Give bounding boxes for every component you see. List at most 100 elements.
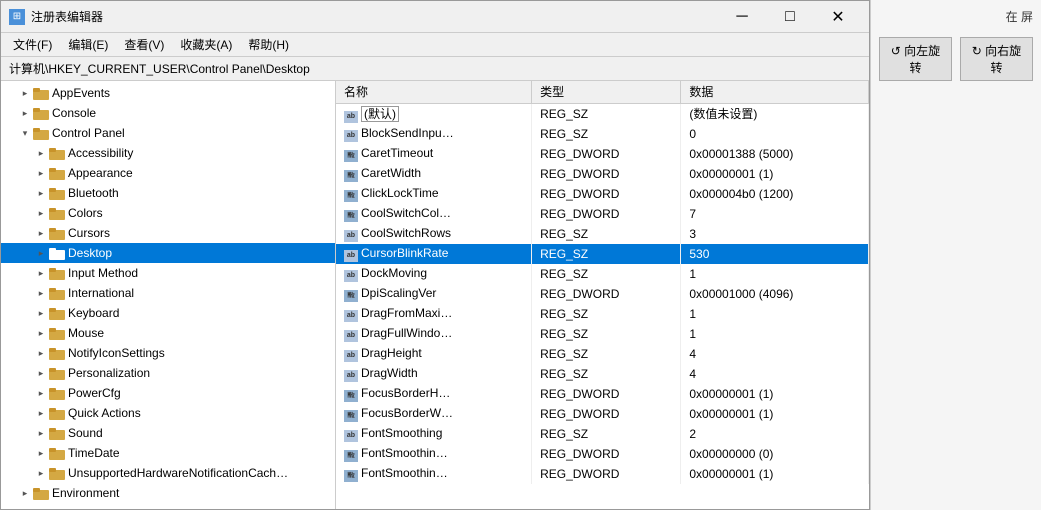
cell-data: 0 — [681, 124, 869, 144]
cell-type: REG_SZ — [532, 324, 681, 344]
tree-item-console[interactable]: ▸ Console — [1, 103, 335, 123]
tree-item-desktop[interactable]: ▸ Desktop — [1, 243, 335, 263]
expand-icon: ▸ — [17, 485, 33, 501]
cell-data: (数值未设置) — [681, 103, 869, 124]
tree-item-label: Bluetooth — [68, 186, 119, 200]
tree-item-environment[interactable]: ▸ Environment — [1, 483, 335, 503]
table-row[interactable]: ab(默认)REG_SZ(数值未设置) — [336, 103, 869, 124]
minimize-button[interactable]: ─ — [719, 2, 765, 32]
cell-type: REG_SZ — [532, 103, 681, 124]
table-row[interactable]: ㎒CoolSwitchCol…REG_DWORD7 — [336, 204, 869, 224]
maximize-button[interactable]: □ — [767, 2, 813, 32]
cell-data: 0x00000001 (1) — [681, 164, 869, 184]
table-row[interactable]: ㎒FontSmoothin…REG_DWORD0x00000000 (0) — [336, 444, 869, 464]
table-row[interactable]: abDragFromMaxi…REG_SZ1 — [336, 304, 869, 324]
cell-type: REG_DWORD — [532, 384, 681, 404]
cell-data: 0x00000001 (1) — [681, 404, 869, 424]
tree-item-bluetooth[interactable]: ▸ Bluetooth — [1, 183, 335, 203]
tree-item-sound[interactable]: ▸ Sound — [1, 423, 335, 443]
cell-data: 0x00001388 (5000) — [681, 144, 869, 164]
table-row[interactable]: ㎒ClickLockTimeREG_DWORD0x000004b0 (1200) — [336, 184, 869, 204]
tree-item-input-method[interactable]: ▸ Input Method — [1, 263, 335, 283]
menu-bar: 文件(F) 编辑(E) 查看(V) 收藏夹(A) 帮助(H) — [1, 33, 869, 57]
tree-item-label: PowerCfg — [68, 386, 121, 400]
folder-icon — [49, 246, 65, 260]
cell-type: REG_SZ — [532, 224, 681, 244]
folder-icon — [49, 286, 65, 300]
dword-icon: ㎒ — [344, 170, 358, 182]
tree-item-timedate[interactable]: ▸ TimeDate — [1, 443, 335, 463]
tree-item-mouse[interactable]: ▸ Mouse — [1, 323, 335, 343]
cell-type: REG_SZ — [532, 364, 681, 384]
menu-favorites[interactable]: 收藏夹(A) — [172, 34, 240, 55]
tree-item-colors[interactable]: ▸ Colors — [1, 203, 335, 223]
cell-data: 530 — [681, 244, 869, 264]
cell-name: abDragWidth — [336, 364, 532, 384]
table-row[interactable]: abCursorBlinkRateREG_SZ530 — [336, 244, 869, 264]
tree-item-quick-actions[interactable]: ▸ Quick Actions — [1, 403, 335, 423]
folder-icon — [49, 186, 65, 200]
table-row[interactable]: ㎒FontSmoothin…REG_DWORD0x00000001 (1) — [336, 464, 869, 484]
tree-item-powercfg[interactable]: ▸ PowerCfg — [1, 383, 335, 403]
table-row[interactable]: ㎒CaretTimeoutREG_DWORD0x00001388 (5000) — [336, 144, 869, 164]
table-row[interactable]: abDragFullWindo…REG_SZ1 — [336, 324, 869, 344]
table-row[interactable]: abCoolSwitchRowsREG_SZ3 — [336, 224, 869, 244]
table-row[interactable]: ㎒FocusBorderW…REG_DWORD0x00000001 (1) — [336, 404, 869, 424]
dword-icon: ㎒ — [344, 190, 358, 202]
rotate-right-button[interactable]: ↻ 向右旋转 — [960, 37, 1033, 81]
menu-file[interactable]: 文件(F) — [5, 34, 60, 55]
tree-item-control-panel[interactable]: ▾ Control Panel — [1, 123, 335, 143]
menu-edit[interactable]: 编辑(E) — [60, 34, 116, 55]
menu-view[interactable]: 查看(V) — [116, 34, 172, 55]
string-icon: ab — [344, 130, 358, 142]
dword-icon: ㎒ — [344, 410, 358, 422]
table-row[interactable]: abDragWidthREG_SZ4 — [336, 364, 869, 384]
tree-item-appevents[interactable]: ▸ AppEvents — [1, 83, 335, 103]
address-text: 计算机\HKEY_CURRENT_USER\Control Panel\Desk… — [9, 60, 310, 77]
string-icon: ab — [344, 310, 358, 322]
table-row[interactable]: abFontSmoothingREG_SZ2 — [336, 424, 869, 444]
cell-type: REG_DWORD — [532, 184, 681, 204]
expand-icon: ▸ — [33, 445, 49, 461]
string-icon: ab — [344, 330, 358, 342]
tree-item-international[interactable]: ▸ International — [1, 283, 335, 303]
tree-item-appearance[interactable]: ▸ Appearance — [1, 163, 335, 183]
table-row[interactable]: abDragHeightREG_SZ4 — [336, 344, 869, 364]
string-icon: ab — [344, 370, 358, 382]
tree-item-label: UnsupportedHardwareNotificationCach… — [68, 466, 288, 480]
expand-icon: ▸ — [33, 265, 49, 281]
table-row[interactable]: ㎒CaretWidthREG_DWORD0x00000001 (1) — [336, 164, 869, 184]
close-button[interactable]: ✕ — [815, 2, 861, 32]
string-icon: ab — [344, 230, 358, 242]
tree-item-keyboard[interactable]: ▸ Keyboard — [1, 303, 335, 323]
table-row[interactable]: ㎒DpiScalingVerREG_DWORD0x00001000 (4096) — [336, 284, 869, 304]
expand-icon: ▸ — [33, 285, 49, 301]
table-row[interactable]: abBlockSendInpu…REG_SZ0 — [336, 124, 869, 144]
table-row[interactable]: abDockMovingREG_SZ1 — [336, 264, 869, 284]
menu-help[interactable]: 帮助(H) — [240, 34, 297, 55]
expand-icon: ▸ — [33, 145, 49, 161]
tree-item-notifyiconsettings[interactable]: ▸ NotifyIconSettings — [1, 343, 335, 363]
cell-type: REG_DWORD — [532, 284, 681, 304]
tree-panel[interactable]: ▸ AppEvents▸ Console▾ Control Panel▸ Acc… — [1, 81, 336, 509]
tree-item-personalization[interactable]: ▸ Personalization — [1, 363, 335, 383]
tree-item-cursors[interactable]: ▸ Cursors — [1, 223, 335, 243]
expand-icon: ▸ — [33, 185, 49, 201]
cell-name: ㎒DpiScalingVer — [336, 284, 532, 304]
cell-data: 0x00000001 (1) — [681, 384, 869, 404]
cell-type: REG_SZ — [532, 244, 681, 264]
cell-name: abDragHeight — [336, 344, 532, 364]
expand-icon: ▸ — [33, 245, 49, 261]
cell-data: 4 — [681, 364, 869, 384]
table-row[interactable]: ㎒FocusBorderH…REG_DWORD0x00000001 (1) — [336, 384, 869, 404]
cell-name: abCursorBlinkRate — [336, 244, 532, 264]
expand-icon: ▸ — [33, 225, 49, 241]
tree-item-accessibility[interactable]: ▸ Accessibility — [1, 143, 335, 163]
right-panel: 在 屏 ↺ 向左旋转 ↻ 向右旋转 — [870, 0, 1041, 510]
tree-item-unsupportedhardwarenotificationcach-[interactable]: ▸ UnsupportedHardwareNotificationCach… — [1, 463, 335, 483]
cell-name: abFontSmoothing — [336, 424, 532, 444]
cell-type: REG_DWORD — [532, 464, 681, 484]
rotate-left-button[interactable]: ↺ 向左旋转 — [879, 37, 952, 81]
cell-type: REG_DWORD — [532, 404, 681, 424]
cell-data: 2 — [681, 424, 869, 444]
